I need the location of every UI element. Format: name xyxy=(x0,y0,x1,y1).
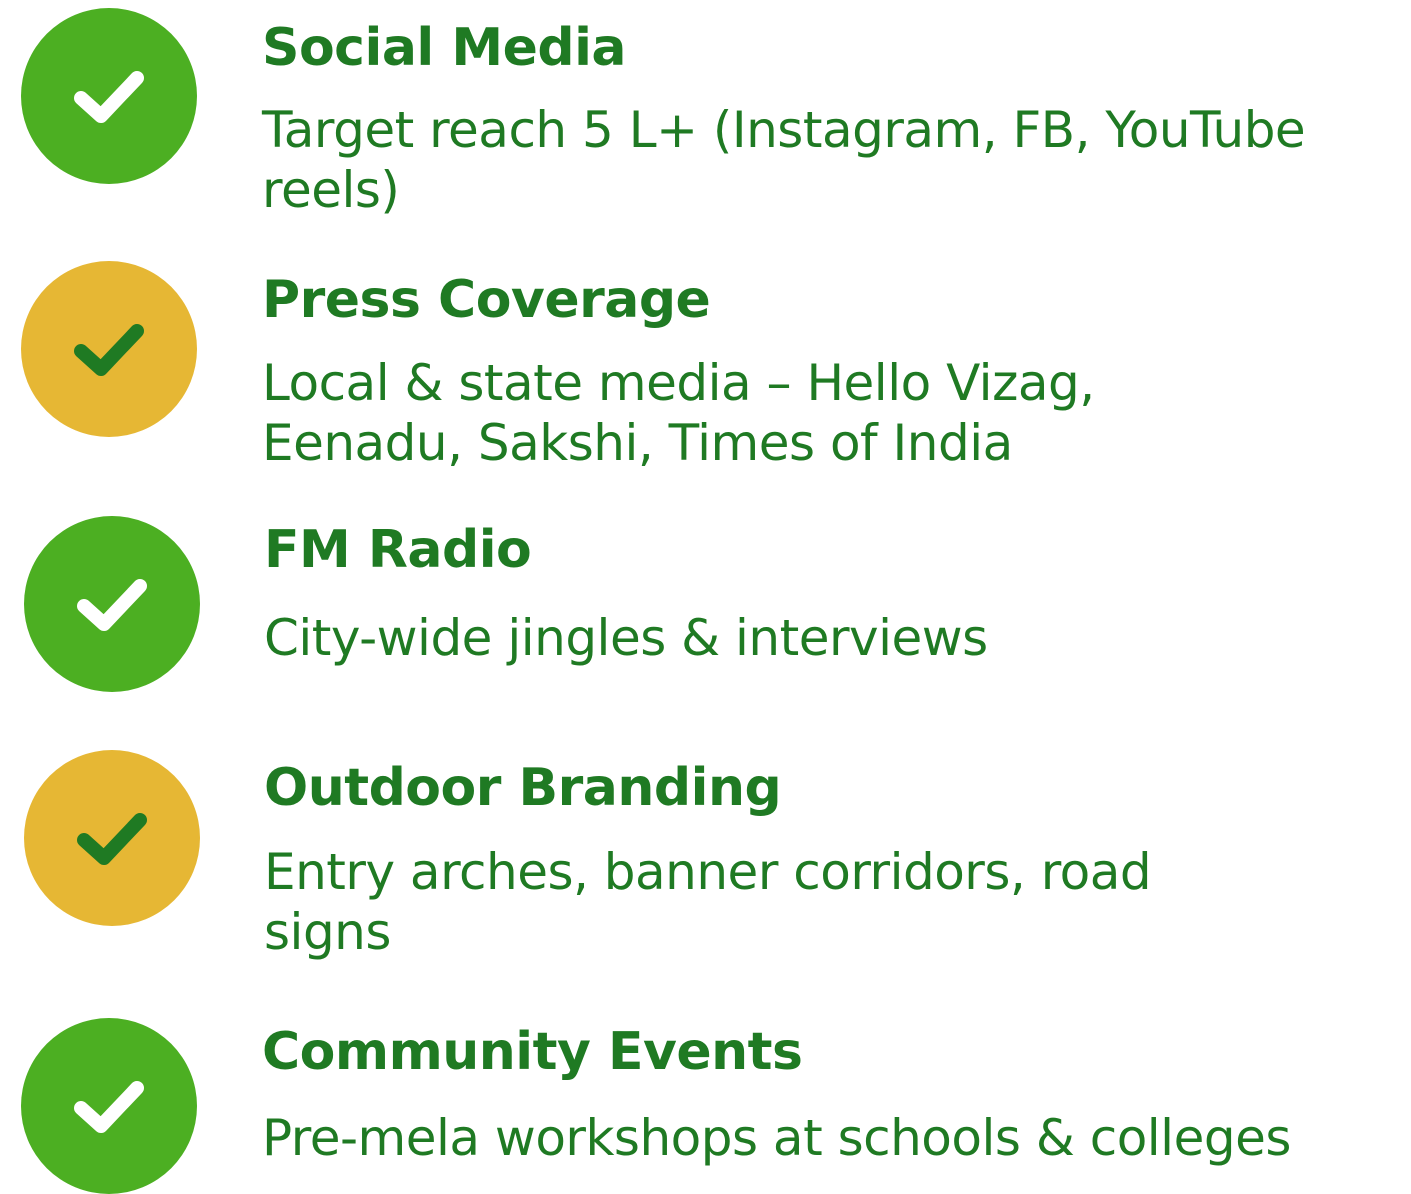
check-icon xyxy=(74,71,144,123)
item-description: Pre-mela workshops at schools & colleges xyxy=(262,1109,1291,1167)
check-badge xyxy=(24,750,200,926)
check-badge xyxy=(24,516,200,692)
item-title: Press Coverage xyxy=(262,270,711,330)
item-description: Target reach 5 L+ (Instagram, FB, YouTub… xyxy=(262,101,1306,219)
check-icon xyxy=(77,813,147,865)
item-title: FM Radio xyxy=(264,520,532,580)
item-title: Outdoor Branding xyxy=(264,758,782,818)
check-badge xyxy=(21,8,197,184)
item-description: Entry arches, banner corridors, road sig… xyxy=(264,843,1152,961)
check-badge xyxy=(21,261,197,437)
check-icon xyxy=(74,324,144,376)
check-icon xyxy=(77,579,147,631)
item-description: Local & state media – Hello Vizag, Eenad… xyxy=(262,354,1095,472)
item-description: City-wide jingles & interviews xyxy=(264,609,988,667)
item-title: Community Events xyxy=(262,1022,803,1082)
check-badge xyxy=(21,1018,197,1194)
check-icon xyxy=(74,1081,144,1133)
item-title: Social Media xyxy=(262,18,627,78)
